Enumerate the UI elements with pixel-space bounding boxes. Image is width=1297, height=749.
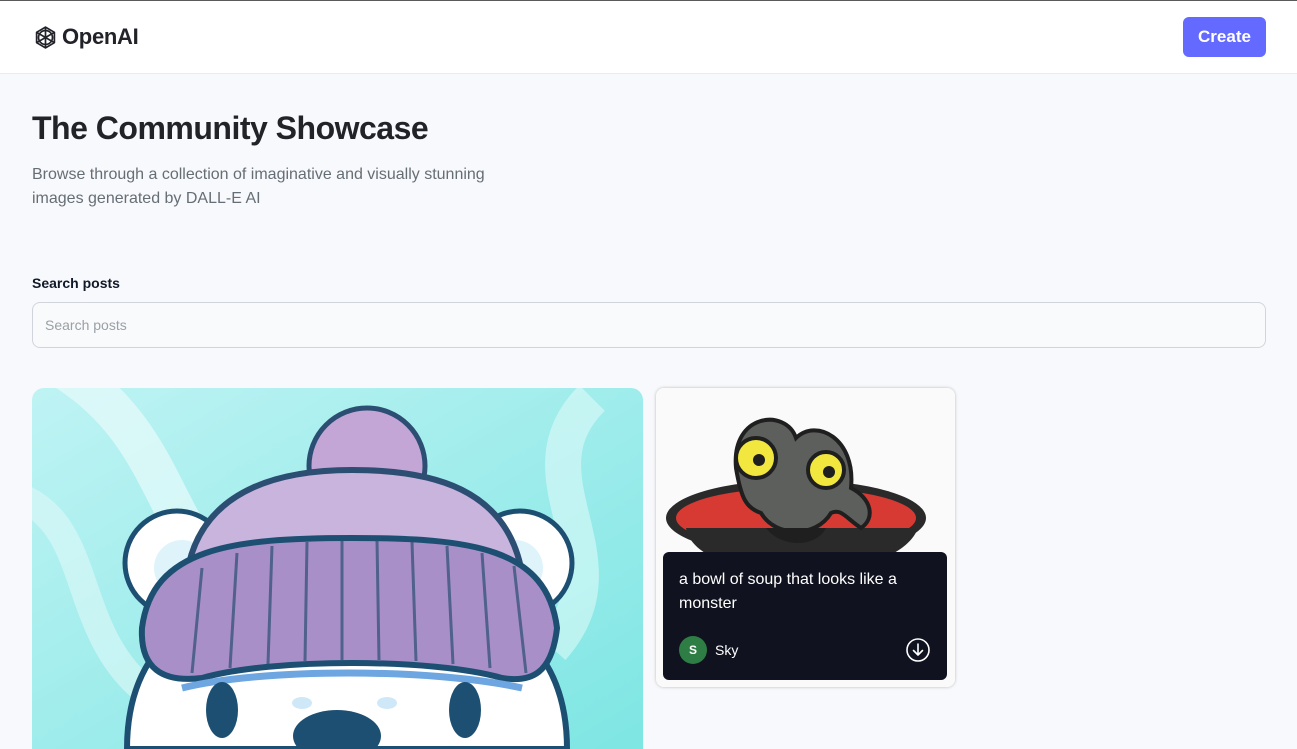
avatar: S — [679, 636, 707, 664]
author-name: Sky — [715, 642, 739, 658]
post-prompt: a bowl of soup that looks like a monster — [679, 571, 897, 612]
create-button[interactable]: Create — [1183, 17, 1266, 57]
post-hover-overlay: a bowl of soup that looks like a monster… — [663, 552, 947, 680]
logo-text: OpenAI — [62, 24, 139, 49]
post-card-soup[interactable]: a bowl of soup that looks like a monster… — [656, 388, 955, 687]
search-input[interactable] — [32, 302, 1266, 348]
top-navbar: OpenAI Create — [0, 1, 1297, 74]
download-icon[interactable] — [905, 637, 931, 663]
post-card-bear[interactable] — [32, 388, 643, 749]
search-label: Search posts — [32, 275, 120, 291]
openai-logo-icon — [35, 25, 56, 49]
page-subtitle: Browse through a collection of imaginati… — [32, 166, 485, 207]
post-author: S Sky — [679, 636, 738, 664]
main-content: The Community Showcase Browse through a … — [32, 74, 1266, 749]
page-title: The Community Showcase — [32, 110, 429, 146]
bear-image — [32, 388, 643, 749]
openai-logo[interactable]: OpenAI — [32, 24, 139, 51]
post-author-row: S Sky — [679, 636, 931, 664]
